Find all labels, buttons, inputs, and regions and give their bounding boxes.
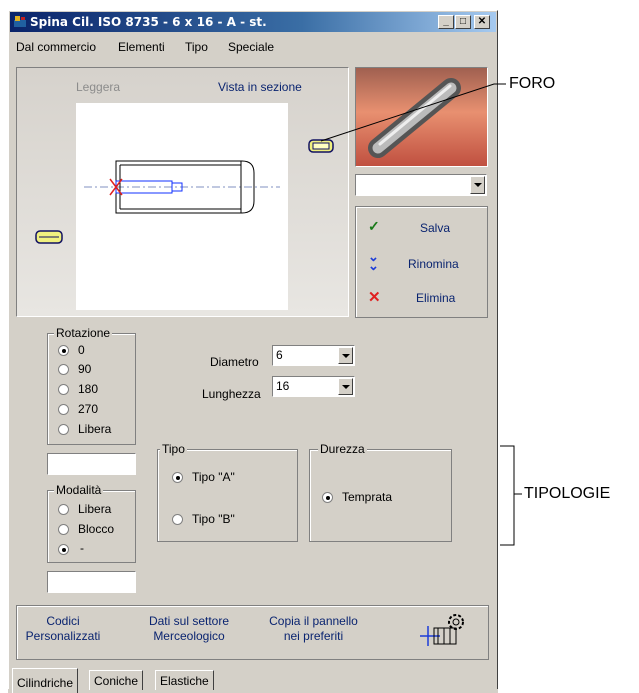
types-callout: TIPOLOGIE: [524, 485, 611, 502]
hole-callout: FORO: [509, 75, 556, 92]
callout-lines: [320, 83, 522, 546]
